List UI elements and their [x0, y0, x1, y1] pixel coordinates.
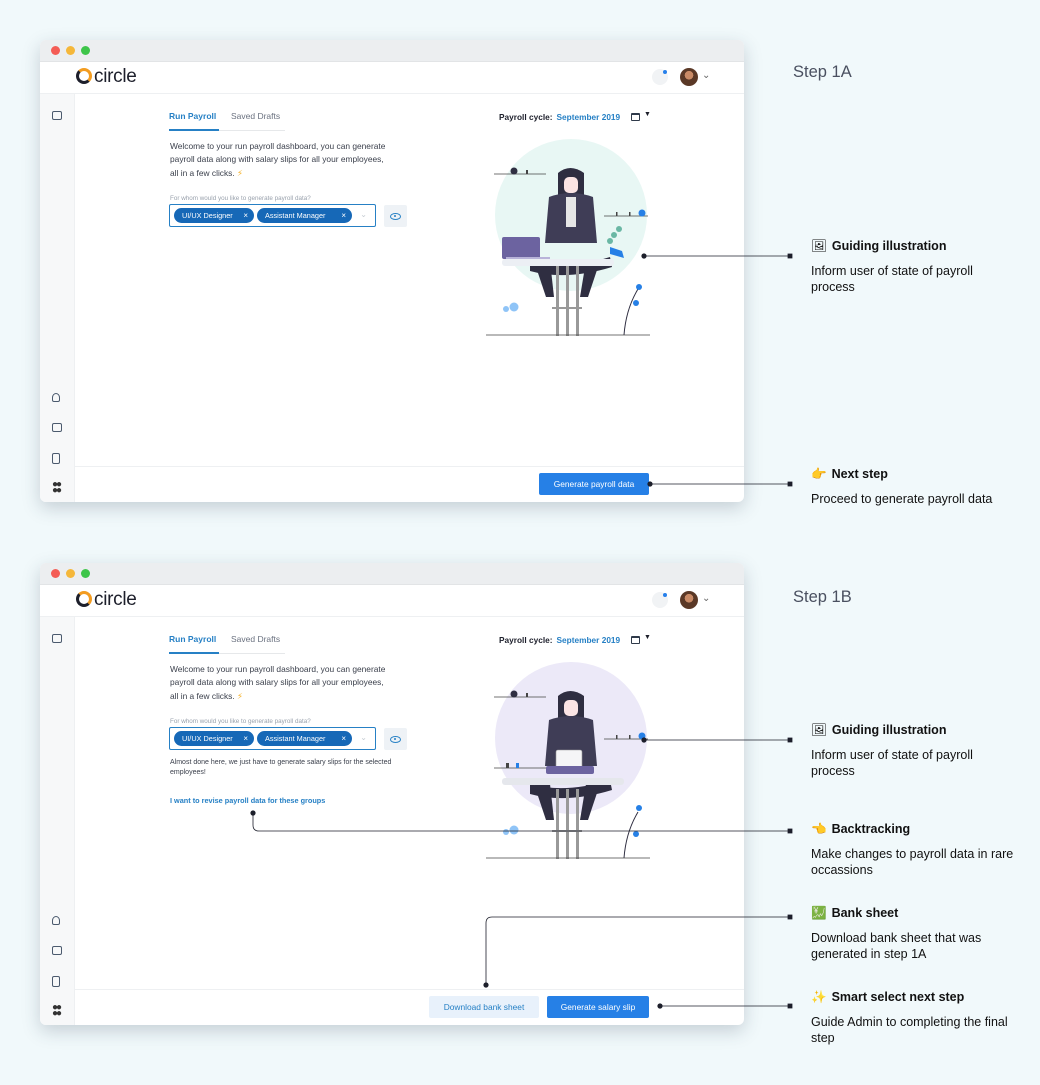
monitor-icon[interactable] — [52, 634, 62, 643]
monitor-icon[interactable] — [52, 111, 62, 120]
logo-text: circle — [94, 589, 137, 610]
app-header: circle ⌄ — [40, 62, 744, 94]
close-icon[interactable]: × — [341, 208, 346, 223]
mail-icon[interactable] — [52, 946, 62, 955]
sidebar: ●● ●● — [40, 94, 75, 502]
window-titlebar — [40, 563, 744, 585]
minimize-window-button[interactable] — [66, 46, 75, 55]
tab-run-payroll[interactable]: Run Payroll — [169, 111, 216, 121]
close-icon[interactable]: × — [341, 731, 346, 746]
annotation-title-backtracking: 👈 Backtracking — [811, 822, 911, 836]
chevron-down-icon[interactable]: ⌄ — [360, 210, 367, 219]
document-icon[interactable] — [52, 453, 60, 464]
picture-icon: 🖼 — [811, 239, 827, 253]
user-avatar[interactable] — [680, 591, 698, 609]
generate-salary-slip-button[interactable]: Generate salary slip — [547, 996, 649, 1018]
step-label-1a: Step 1A — [793, 63, 852, 81]
lightning-icon: ⚡ — [237, 167, 243, 178]
tab-active-underline — [169, 652, 219, 654]
payroll-cycle: Payroll cycle: September 2019 — [499, 112, 621, 122]
annotation-body: Download bank sheet that was generated i… — [811, 931, 982, 961]
group-select[interactable]: UI/UX Designer × Assistant Manager × ⌄ — [169, 204, 376, 227]
annotation-body: Make changes to payroll data in rare occ… — [811, 847, 1014, 877]
annotation-body: Guide Admin to completing the final step — [811, 1015, 1008, 1045]
footer-divider — [75, 466, 744, 467]
window-step-1b: circle ⌄ ●● ●● Run Payroll Saved Drafts W… — [40, 563, 744, 1025]
picture-icon: 🖼 — [811, 723, 827, 737]
intro-text: Welcome to your run payroll dashboard, y… — [170, 141, 386, 178]
annotation-title-guiding-illustration: 🖼 Guiding illustration — [811, 723, 947, 737]
apps-grid-icon[interactable]: ●● ●● — [52, 480, 62, 496]
calendar-icon[interactable] — [631, 636, 640, 644]
app-logo[interactable]: circle — [76, 589, 137, 611]
pointing-left-icon: 👈 — [811, 822, 827, 836]
chip-ui-ux-designer: UI/UX Designer × — [174, 208, 254, 223]
caret-down-icon[interactable]: ▼ — [644, 111, 651, 118]
logo-text: circle — [94, 66, 137, 87]
payroll-cycle-value[interactable]: September 2019 — [557, 112, 621, 122]
tab-saved-drafts[interactable]: Saved Drafts — [231, 111, 280, 121]
chip-assistant-manager: Assistant Manager × — [257, 208, 352, 223]
close-icon[interactable]: × — [243, 208, 248, 223]
annotation-title-guiding-illustration: 🖼 Guiding illustration — [811, 239, 947, 253]
annotation-body: Inform user of state of payroll process — [811, 264, 973, 294]
tab-active-underline — [169, 129, 219, 131]
guiding-illustration — [486, 662, 650, 859]
annotation-title-bank-sheet: 💹 Bank sheet — [811, 906, 899, 920]
close-icon[interactable]: × — [243, 731, 248, 746]
maximize-window-button[interactable] — [81, 46, 90, 55]
payroll-cycle-value[interactable]: September 2019 — [557, 635, 621, 645]
user-avatar[interactable] — [680, 68, 698, 86]
generate-payroll-data-button[interactable]: Generate payroll data — [539, 473, 649, 495]
field-label: For whom would you like to generate payr… — [170, 718, 311, 725]
eye-icon[interactable] — [384, 728, 407, 750]
window-step-1a: circle ⌄ ●● ●● Run Payroll Saved Drafts W… — [40, 40, 744, 502]
almost-done-text: Almost done here, we just have to genera… — [170, 759, 392, 776]
notification-bell-icon[interactable] — [652, 69, 668, 85]
document-icon[interactable] — [52, 976, 60, 987]
download-bank-sheet-button[interactable]: Download bank sheet — [429, 996, 539, 1018]
annotation-title-next-step: 👉 Next step — [811, 467, 888, 481]
guiding-illustration — [486, 139, 650, 336]
sparkles-icon: ✨ — [811, 990, 827, 1004]
pointing-right-icon: 👉 — [811, 467, 827, 481]
notification-bell-icon[interactable] — [652, 592, 668, 608]
annotation-title-smart-select: ✨ Smart select next step — [811, 990, 965, 1004]
footer-divider — [75, 989, 744, 990]
chevron-down-icon[interactable]: ⌄ — [702, 593, 710, 604]
chevron-down-icon[interactable]: ⌄ — [360, 733, 367, 742]
caret-down-icon[interactable]: ▼ — [644, 634, 651, 641]
close-window-button[interactable] — [51, 569, 60, 578]
field-label: For whom would you like to generate payr… — [170, 195, 311, 202]
minimize-window-button[interactable] — [66, 569, 75, 578]
logo-ring-icon — [76, 591, 92, 607]
intro-text: Welcome to your run payroll dashboard, y… — [170, 664, 386, 701]
tab-saved-drafts[interactable]: Saved Drafts — [231, 634, 280, 644]
step-label-1b: Step 1B — [793, 588, 852, 606]
window-titlebar — [40, 40, 744, 62]
annotation-body: Proceed to generate payroll data — [811, 492, 993, 506]
user-icon[interactable] — [52, 916, 60, 925]
lightning-icon: ⚡ — [237, 690, 243, 701]
chip-ui-ux-designer: UI/UX Designer × — [174, 731, 254, 746]
apps-grid-icon[interactable]: ●● ●● — [52, 1003, 62, 1019]
chevron-down-icon[interactable]: ⌄ — [702, 70, 710, 81]
eye-icon[interactable] — [384, 205, 407, 227]
mail-icon[interactable] — [52, 423, 62, 432]
app-header: circle ⌄ — [40, 585, 744, 617]
annotation-body: Inform user of state of payroll process — [811, 748, 973, 778]
calendar-icon[interactable] — [631, 113, 640, 121]
payroll-cycle: Payroll cycle: September 2019 — [499, 635, 621, 645]
logo-ring-icon — [76, 68, 92, 84]
chip-assistant-manager: Assistant Manager × — [257, 731, 352, 746]
close-window-button[interactable] — [51, 46, 60, 55]
sidebar: ●● ●● — [40, 617, 75, 1025]
maximize-window-button[interactable] — [81, 569, 90, 578]
user-icon[interactable] — [52, 393, 60, 402]
revise-payroll-link[interactable]: I want to revise payroll data for these … — [170, 796, 325, 805]
tab-run-payroll[interactable]: Run Payroll — [169, 634, 216, 644]
chart-icon: 💹 — [811, 906, 827, 920]
group-select[interactable]: UI/UX Designer × Assistant Manager × ⌄ — [169, 727, 376, 750]
app-logo[interactable]: circle — [76, 66, 137, 88]
